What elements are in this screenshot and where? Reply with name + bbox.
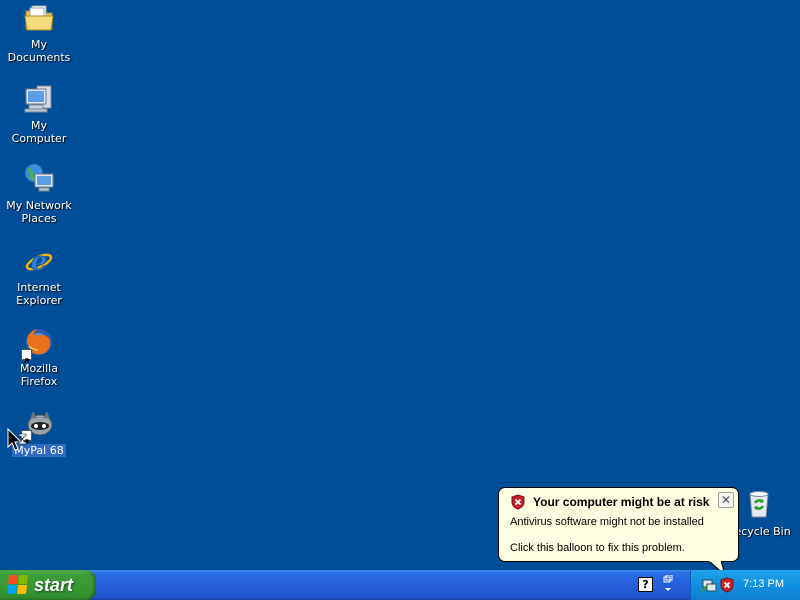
show-hidden-icons-icon[interactable] [661,574,675,599]
desktop-icon-my-documents[interactable]: My Documents [0,2,78,65]
balloon-message: Antivirus software might not be installe… [510,516,704,528]
start-button[interactable]: start [0,570,96,600]
desktop-icon-label: My Documents [7,38,71,64]
folder-icon [23,2,55,34]
close-icon: ✕ [720,493,732,507]
balloon-close-button[interactable]: ✕ [718,492,734,508]
desktop-icon-mozilla-firefox[interactable]: Mozilla Firefox [0,326,78,389]
firefox-icon [21,326,55,364]
desktop-icon-label: My Network Places [6,199,72,225]
shortcut-arrow-icon [21,349,32,364]
ie-icon: e [23,245,55,277]
taskbar: start ? 7:13 PM [0,570,800,600]
svg-text:e: e [31,247,48,277]
desktop-icon-internet-explorer[interactable]: e Internet Explorer [0,245,78,308]
desktop-icon-my-network-places[interactable]: My Network Places [0,163,78,226]
recycle-bin-icon [743,488,775,520]
desktop-icon-my-computer[interactable]: My Computer [0,83,78,146]
windows-logo-icon [7,575,29,595]
balloon-action-text[interactable]: Click this balloon to fix this problem. [510,542,685,554]
desktop-icon-label: Mozilla Firefox [20,362,58,388]
start-label: start [34,574,74,595]
network-icon [23,163,55,195]
security-center-icon[interactable] [719,577,735,597]
balloon-title: Your computer might be at risk [533,495,710,509]
network-connection-icon[interactable] [701,577,717,597]
clock[interactable]: 7:13 PM [743,578,784,590]
computer-icon [23,83,55,115]
help-icon[interactable]: ? [638,577,653,592]
desktop-icon-label: My Computer [11,119,67,145]
security-shield-icon [510,494,526,515]
system-tray: 7:13 PM [690,570,800,600]
notification-balloon[interactable]: Your computer might be at risk ✕ Antivir… [498,487,739,562]
desktop: My Documents My Computer My Network Plac… [0,0,800,570]
mypal-icon [21,407,55,445]
desktop-icon-label: Internet Explorer [16,281,62,307]
mouse-cursor-icon [7,427,27,456]
